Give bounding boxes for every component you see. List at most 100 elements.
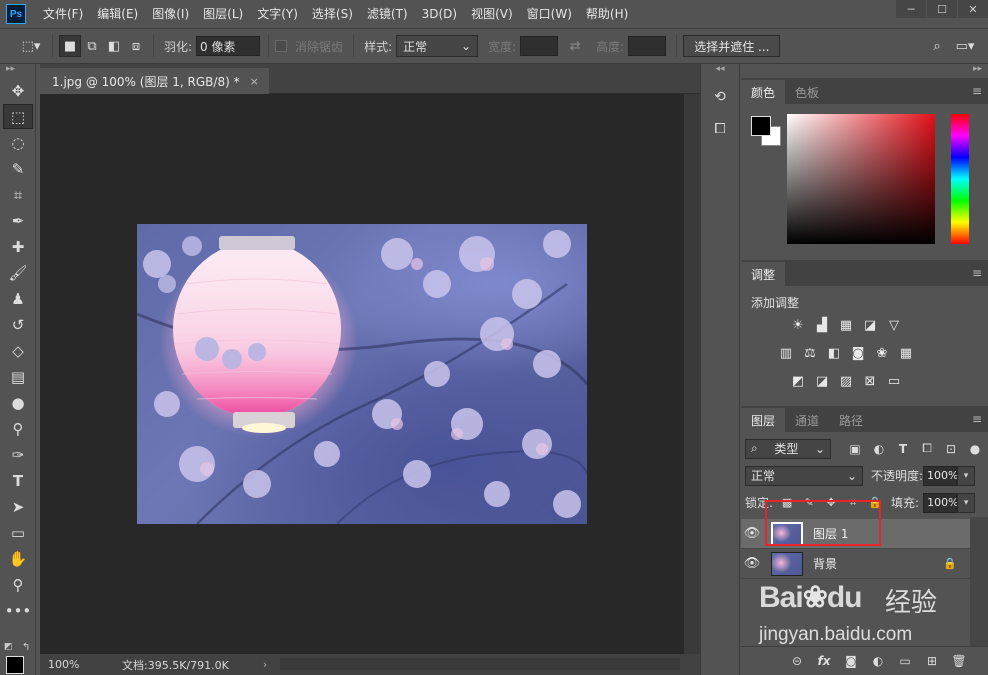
menu-view[interactable]: 视图(V)	[464, 0, 520, 28]
exposure-icon[interactable]: ◪	[861, 316, 879, 334]
tab-layers[interactable]: 图层	[741, 408, 786, 432]
selective-color-icon[interactable]: ⊠	[861, 372, 879, 390]
height-input[interactable]	[628, 36, 667, 56]
layer-name[interactable]: 图层 1	[813, 525, 848, 542]
link-layers-icon[interactable]: ⊝	[788, 652, 806, 670]
menu-file[interactable]: 文件(F)	[36, 0, 90, 28]
lock-position-icon[interactable]: ✥	[823, 495, 839, 511]
quick-selection-tool-icon[interactable]: ✎	[3, 156, 33, 181]
layer-row-background[interactable]: 👁 背景 🔒	[741, 549, 971, 579]
visibility-eye-icon[interactable]: 👁	[741, 526, 763, 541]
menu-type[interactable]: 文字(Y)	[250, 0, 305, 28]
filter-shape-icon[interactable]: ⧠	[917, 440, 937, 458]
style-select[interactable]: 正常 ⌄	[396, 35, 479, 57]
new-layer-icon[interactable]: ⊞	[923, 652, 941, 670]
pen-tool-icon[interactable]: ✑	[3, 442, 33, 467]
path-selection-tool-icon[interactable]: ➤	[3, 494, 33, 519]
color-field[interactable]	[787, 114, 935, 244]
layer-row-layer1[interactable]: 👁 图层 1	[741, 519, 971, 549]
tab-paths[interactable]: 路径	[829, 408, 873, 432]
panel-menu-icon[interactable]: ≡	[972, 412, 982, 426]
opacity-dropdown-icon[interactable]: ▾	[957, 465, 976, 486]
foreground-color-swatch[interactable]	[751, 116, 771, 136]
swap-dimensions-icon[interactable]: ⇄	[564, 35, 586, 57]
lock-all-icon[interactable]: 🔒	[867, 495, 883, 511]
eraser-tool-icon[interactable]: ◇	[3, 338, 33, 363]
menu-filter[interactable]: 滤镜(T)	[360, 0, 415, 28]
add-mask-icon[interactable]: ◙	[842, 652, 860, 670]
menu-image[interactable]: 图像(I)	[145, 0, 196, 28]
intersect-selection-icon[interactable]: ⧈	[125, 35, 147, 57]
collapse-icon[interactable]: ▸▸	[741, 64, 988, 78]
menu-edit[interactable]: 编辑(E)	[90, 0, 145, 28]
photo-filter-icon[interactable]: ◙	[849, 344, 867, 362]
feather-input[interactable]	[196, 36, 261, 56]
history-brush-tool-icon[interactable]: ↺	[3, 312, 33, 337]
horizontal-scrollbar[interactable]	[280, 658, 680, 670]
rectangular-marquee-tool-icon[interactable]: ⬚	[3, 104, 33, 129]
tab-color[interactable]: 颜色	[741, 80, 786, 104]
panel-menu-icon[interactable]: ≡	[972, 266, 982, 280]
zoom-tool-icon[interactable]: ⚲	[3, 572, 33, 597]
canvas-image[interactable]	[137, 224, 587, 524]
filter-adjustment-icon[interactable]: ◐	[869, 440, 889, 458]
brightness-contrast-icon[interactable]: ☀	[789, 316, 807, 334]
fill-dropdown-icon[interactable]: ▾	[957, 492, 976, 513]
black-white-icon[interactable]: ◧	[825, 344, 843, 362]
collapse-icon[interactable]: ▸▸	[0, 64, 35, 78]
foreground-color-chip[interactable]	[6, 656, 24, 674]
opacity-input[interactable]: 100%	[923, 465, 959, 486]
vertical-scrollbar[interactable]	[684, 94, 700, 654]
color-chips[interactable]: ◩ ↰	[4, 642, 32, 674]
hand-tool-icon[interactable]: ✋	[3, 546, 33, 571]
menu-window[interactable]: 窗口(W)	[520, 0, 579, 28]
fill-input[interactable]: 100%	[923, 492, 959, 513]
close-tab-icon[interactable]: ×	[250, 75, 259, 88]
default-colors-icon[interactable]: ◩	[4, 642, 13, 652]
curves-icon[interactable]: ▦	[837, 316, 855, 334]
new-adjustment-layer-icon[interactable]: ◐	[869, 652, 887, 670]
dodge-tool-icon[interactable]: ⚲	[3, 416, 33, 441]
filter-toggle-icon[interactable]: ●	[965, 440, 985, 458]
menu-3d[interactable]: 3D(D)	[415, 0, 464, 28]
history-panel-icon[interactable]: ⟲	[706, 84, 734, 110]
filter-pixel-icon[interactable]: ▣	[845, 440, 865, 458]
gradient-tool-icon[interactable]: ▤	[3, 364, 33, 389]
filter-type-icon[interactable]: T	[893, 440, 913, 458]
subtract-selection-icon[interactable]: ◧	[103, 35, 125, 57]
add-to-selection-icon[interactable]: ⧉	[81, 35, 103, 57]
menu-select[interactable]: 选择(S)	[305, 0, 360, 28]
close-button[interactable]: ✕	[958, 0, 988, 18]
marquee-tool-preset-icon[interactable]: ⬚▾	[16, 35, 46, 57]
crop-tool-icon[interactable]: ⌗	[3, 182, 33, 207]
blend-mode-select[interactable]: 正常 ⌄	[745, 465, 863, 486]
collapse-icon[interactable]: ◂◂	[701, 64, 739, 78]
new-group-icon[interactable]: ▭	[896, 652, 914, 670]
zoom-level[interactable]: 100%	[40, 658, 90, 671]
visibility-eye-icon[interactable]: 👁	[741, 556, 763, 571]
width-input[interactable]	[520, 36, 559, 56]
lock-image-icon[interactable]: ✎	[801, 495, 817, 511]
properties-panel-icon[interactable]: ⧠	[706, 116, 734, 142]
status-menu-arrow-icon[interactable]: ›	[263, 658, 267, 671]
tab-adjustments[interactable]: 调整	[741, 262, 786, 286]
rectangle-tool-icon[interactable]: ▭	[3, 520, 33, 545]
menu-help[interactable]: 帮助(H)	[579, 0, 635, 28]
workspace-switcher-icon[interactable]: ▭▾	[948, 35, 982, 57]
healing-brush-tool-icon[interactable]: ✚	[3, 234, 33, 259]
invert-icon[interactable]: ◩	[789, 372, 807, 390]
type-tool-icon[interactable]: T	[3, 468, 33, 493]
layer-filter-select[interactable]: ⌕ 类型 ⌄	[745, 438, 831, 459]
lasso-tool-icon[interactable]: ◌	[3, 130, 33, 155]
brush-tool-icon[interactable]: 🖌	[3, 260, 33, 285]
lock-transparent-icon[interactable]: ▩	[779, 495, 795, 511]
delete-layer-icon[interactable]: 🗑	[950, 652, 968, 670]
threshold-icon[interactable]: ▨	[837, 372, 855, 390]
panel-menu-icon[interactable]: ≡	[972, 84, 982, 98]
layer-style-fx-icon[interactable]: fx	[815, 652, 833, 670]
minimize-button[interactable]: ─	[896, 0, 926, 18]
gradient-map-icon[interactable]: ▭	[885, 372, 903, 390]
clone-stamp-tool-icon[interactable]: ♟	[3, 286, 33, 311]
tab-swatches[interactable]: 色板	[785, 80, 829, 104]
search-icon[interactable]: ⌕	[926, 35, 948, 57]
